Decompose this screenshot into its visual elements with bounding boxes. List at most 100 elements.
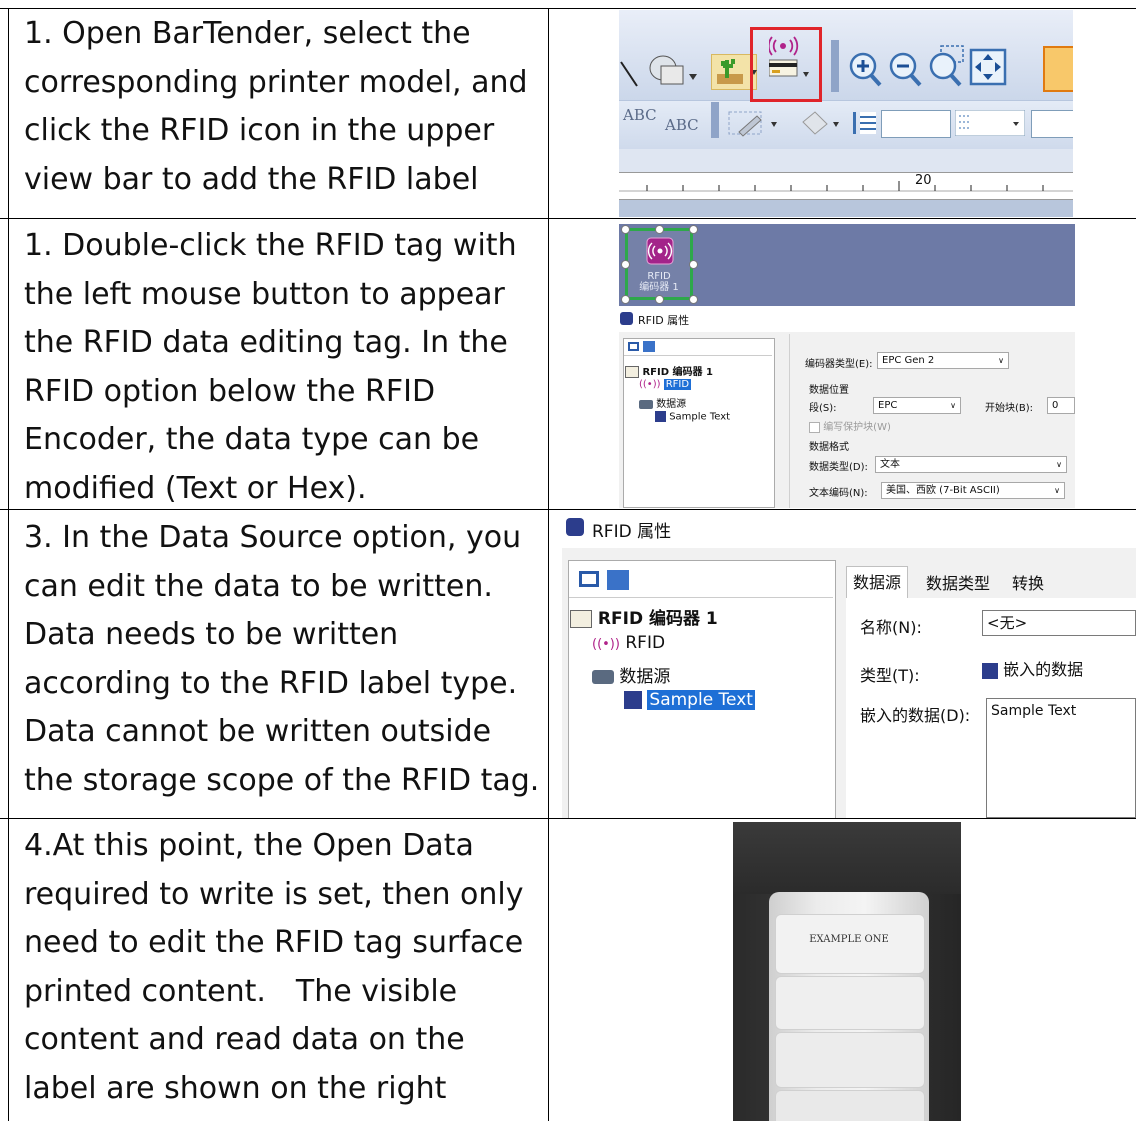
text-abc1: ABC — [623, 106, 657, 124]
table-border-middle — [548, 8, 549, 1121]
name-label: 名称(N): — [860, 618, 922, 637]
write-protect-checkbox[interactable] — [809, 421, 820, 433]
text-encoding-value: 美国、西欧 (7-Bit ASCII) — [886, 485, 1000, 496]
data-format-label: 数据格式 — [809, 442, 849, 453]
label-3 — [775, 1032, 925, 1088]
fit-page-icon[interactable] — [969, 48, 1009, 88]
tree3-item-rfid-label: RFID — [625, 633, 666, 653]
rfid-wave-icon: ((•)) — [592, 637, 620, 652]
selection-handle[interactable] — [621, 260, 630, 269]
dash-style-icon[interactable] — [955, 110, 1025, 136]
rfid-wave-icon: ((•)) — [639, 379, 661, 390]
embedded-data-textarea[interactable]: Sample Text — [986, 698, 1136, 818]
table-border-top — [0, 8, 1136, 9]
segment-select[interactable]: EPC ∨ — [873, 397, 961, 414]
toolbar-separator — [831, 40, 839, 92]
datasource-icon — [639, 399, 653, 409]
ruler: 20 — [619, 172, 1073, 200]
zoom-area-icon[interactable] — [927, 44, 967, 90]
line-width-dropdown[interactable] — [881, 110, 951, 138]
dialog3-title-bar: RFID 属性 — [562, 512, 1136, 542]
row3-line3: Data cannot be written outside the stora… — [24, 714, 540, 798]
shape-tool-icon[interactable] — [647, 52, 699, 92]
type-label: 类型(T): — [860, 666, 920, 685]
tree3-item-datasource[interactable]: 数据源 — [592, 662, 670, 687]
label-photo: EXAMPLE ONE — [733, 822, 961, 1121]
rfid-encoder-icon — [570, 610, 592, 628]
align-right-icon[interactable] — [1031, 110, 1073, 138]
row3-line1: 3. In the Data Source option, you can ed… — [24, 520, 522, 604]
embedded-data-value: Sample Text — [991, 703, 1077, 719]
dialog3-title: RFID 属性 — [592, 522, 672, 542]
text-abc-tool-2[interactable]: ABC — [665, 116, 699, 134]
text-encoding-label: 文本编码(N): — [809, 488, 868, 499]
encoder-type-label: 编码器类型(E): — [805, 359, 873, 370]
write-protect-label: 编写保护块(W) — [823, 422, 891, 433]
tree-root[interactable]: RFID 编码器 1 — [625, 363, 713, 378]
selection-handle[interactable] — [621, 295, 630, 304]
selection-handle[interactable] — [621, 225, 630, 234]
data-location-label: 数据位置 — [809, 385, 849, 396]
tree3-item-sample[interactable]: Sample Text — [624, 690, 755, 710]
tab-transform[interactable]: 转换 — [1008, 570, 1048, 598]
selection-handle[interactable] — [655, 295, 664, 304]
label-4 — [775, 1090, 925, 1121]
selection-handle[interactable] — [689, 295, 698, 304]
tree3-item-datasource-label: 数据源 — [619, 667, 671, 687]
expand-icon[interactable] — [628, 342, 639, 351]
tree3-root[interactable]: RFID 编码器 1 — [570, 604, 718, 629]
photo-background-top — [733, 822, 961, 894]
align-left-icon[interactable] — [853, 112, 878, 134]
dialog-title: RFID 属性 — [638, 314, 690, 327]
zoom-out-icon[interactable] — [887, 50, 923, 90]
rfid-object[interactable]: RFID 编码器 1 — [625, 228, 693, 300]
name-field[interactable]: <无> — [982, 610, 1136, 636]
ruler-value: 20 — [915, 173, 932, 188]
line-tool-icon[interactable] — [619, 54, 641, 94]
table-border-left — [8, 8, 9, 1121]
zoom-in-icon[interactable] — [847, 50, 883, 90]
expand-icon[interactable] — [579, 571, 599, 587]
text-encoding-select[interactable]: 美国、西欧 (7-Bit ASCII) ∨ — [881, 482, 1065, 499]
tab-datasource[interactable]: 数据源 — [846, 566, 909, 599]
rfid-encoder-icon — [625, 366, 639, 378]
tree-item-datasource[interactable]: 数据源 — [639, 395, 686, 410]
embedded-data-icon — [655, 411, 666, 422]
text-abc-tool[interactable]: ABC — [623, 106, 657, 124]
tree3-toolbar — [569, 561, 833, 598]
rfid-object-sublabel: 编码器 1 — [639, 282, 679, 293]
fill-color-icon[interactable] — [797, 108, 845, 140]
document-page: 1. Open BarTender, select the correspond… — [0, 0, 1136, 1121]
embedded-data-label: 嵌入的数据(D): — [860, 706, 971, 725]
selection-handle[interactable] — [689, 225, 698, 234]
tabs-bar: 数据源 数据类型 转换 — [846, 566, 1136, 599]
row2-text: 1. Double-click the RFID tag with the le… — [24, 228, 517, 506]
chevron-down-icon: ∨ — [950, 401, 956, 410]
data-type-select[interactable]: 文本 ∨ — [875, 456, 1067, 473]
write-protect-row[interactable]: 编写保护块(W) — [809, 418, 891, 433]
rfid-tool-icon[interactable] — [769, 36, 811, 86]
selection-handle[interactable] — [689, 260, 698, 269]
collapse-icon[interactable] — [607, 570, 629, 590]
row3-line2: Data needs to be written according to th… — [24, 617, 518, 701]
start-block-value: 0 — [1052, 400, 1059, 411]
tree3-item-rfid[interactable]: ((•)) RFID — [592, 633, 665, 653]
selection-handle[interactable] — [655, 225, 664, 234]
type-value: 嵌入的数据 — [1003, 660, 1084, 679]
rfid-properties-screenshot: RFID 编码器 1 RFID 属性 RFID 编码器 1 ((•)) RFID… — [619, 224, 1075, 508]
ruler-tool-button[interactable] — [1043, 46, 1073, 92]
start-block-input[interactable]: 0 — [1047, 397, 1075, 414]
data-type-value: 文本 — [880, 459, 900, 470]
tab-datatype[interactable]: 数据类型 — [922, 570, 994, 598]
line-color-icon[interactable] — [727, 108, 787, 140]
encoder-type-select[interactable]: EPC Gen 2 ∨ — [877, 352, 1009, 369]
type-value-row[interactable]: 嵌入的数据 — [982, 656, 1083, 680]
start-block-label: 开始块(B): — [985, 403, 1034, 414]
tree-root-label: RFID 编码器 1 — [642, 367, 713, 378]
tree-item-sample[interactable]: Sample Text — [655, 411, 730, 423]
tree-item-rfid[interactable]: ((•)) RFID — [639, 379, 692, 390]
collapse-icon[interactable] — [643, 341, 655, 352]
chevron-down-icon: ∨ — [1054, 486, 1060, 495]
data-source-screenshot: RFID 属性 RFID 编码器 1 ((•)) RFID 数据源 Sample… — [562, 512, 1136, 818]
rfid-object-icon — [646, 237, 674, 265]
